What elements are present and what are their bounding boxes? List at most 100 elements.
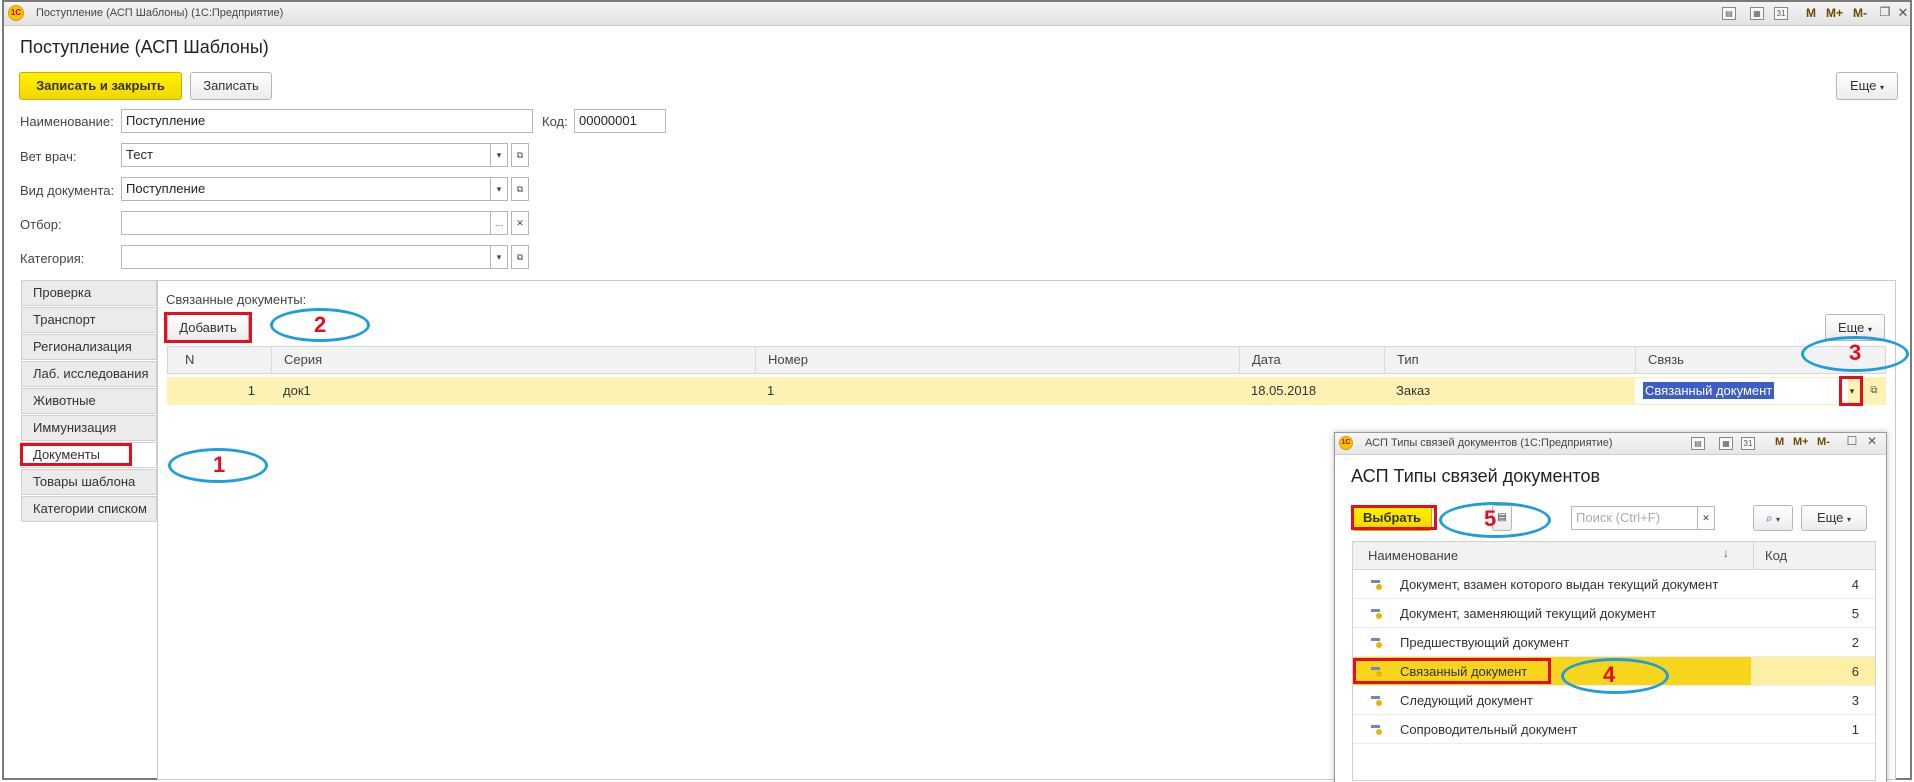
tab-transport[interactable]: Транспорт xyxy=(21,307,157,333)
col-type[interactable]: Тип xyxy=(1385,347,1636,373)
table-icon[interactable]: ▦ xyxy=(1719,437,1733,450)
item-icon xyxy=(1371,580,1383,590)
list-item[interactable]: Документ, заменяющий текущий документ 5 xyxy=(1353,599,1875,628)
memory-m-button[interactable]: M xyxy=(1775,436,1784,448)
more-button[interactable]: Еще ▾ xyxy=(1836,72,1898,100)
tab-category-list[interactable]: Категории списком xyxy=(21,496,157,522)
vet-label: Вет врач: xyxy=(20,149,77,164)
category-label: Категория: xyxy=(20,251,85,266)
highlight-select-button xyxy=(1351,505,1437,530)
title-bar: 1С Поступление (АСП Шаблоны) (1С:Предпри… xyxy=(4,2,1910,26)
search-clear-icon[interactable]: ✕ xyxy=(1697,506,1715,530)
filter-field[interactable] xyxy=(121,211,491,235)
window-title: Поступление (АСП Шаблоны) (1С:Предприяти… xyxy=(36,7,284,19)
more-label: Еще xyxy=(1849,78,1877,93)
item-name: Предшествующий документ xyxy=(1400,635,1570,650)
list-item[interactable]: Сопроводительный документ 1 xyxy=(1353,715,1875,744)
sort-arrow-icon: ↓ xyxy=(1723,546,1729,560)
app-logo-icon: 1С xyxy=(1339,436,1353,450)
col-series[interactable]: Серия xyxy=(272,347,756,373)
print-icon[interactable]: ▤ xyxy=(1691,437,1705,450)
col-name[interactable]: Наименование xyxy=(1368,548,1458,563)
linked-more-label: Еще xyxy=(1837,320,1865,335)
item-name: Документ, заменяющий текущий документ xyxy=(1400,606,1657,621)
print-icon[interactable]: ▤ xyxy=(1722,7,1736,20)
linked-docs-title: Связанные документы: xyxy=(166,292,307,307)
item-name: Сопроводительный документ xyxy=(1400,722,1578,737)
vet-dropdown-icon[interactable]: ▾ xyxy=(490,143,508,167)
cell-series: док1 xyxy=(283,383,311,398)
code-field[interactable]: 00000001 xyxy=(574,109,666,133)
item-code: 4 xyxy=(1851,577,1859,592)
memory-plus-button[interactable]: M+ xyxy=(1793,436,1809,448)
calendar-icon[interactable]: 31 xyxy=(1741,437,1755,450)
vet-field[interactable]: Тест xyxy=(121,143,491,167)
link-field[interactable]: Связанный документ xyxy=(1635,378,1848,404)
category-open-icon[interactable]: ⧉ xyxy=(511,245,529,269)
maximize-icon[interactable]: ☐ xyxy=(1845,435,1859,449)
memory-m-button[interactable]: M xyxy=(1806,6,1816,20)
callout-number-4: 4 xyxy=(1603,662,1616,687)
subwin-title: АСП Типы связей документов (1С:Предприят… xyxy=(1365,437,1613,449)
table-row[interactable]: 1 док1 1 18.05.2018 Заказ Связанный доку… xyxy=(167,377,1886,405)
highlight-link-dropdown xyxy=(1839,376,1863,406)
calendar-icon[interactable]: 31 xyxy=(1774,7,1788,20)
close-icon[interactable]: ✕ xyxy=(1896,6,1910,20)
item-code: 1 xyxy=(1851,722,1859,737)
code-label: Код: xyxy=(542,114,568,129)
name-field[interactable]: Поступление xyxy=(121,109,533,133)
category-field[interactable] xyxy=(121,245,491,269)
memory-minus-button[interactable]: M- xyxy=(1817,436,1830,448)
item-code: 2 xyxy=(1851,635,1859,650)
subwin-more-label: Еще xyxy=(1816,510,1844,525)
filter-clear-icon[interactable]: ✕ xyxy=(511,211,529,235)
vet-open-icon[interactable]: ⧉ xyxy=(511,143,529,167)
memory-minus-button[interactable]: M- xyxy=(1853,6,1867,20)
search-icon[interactable]: ⌕ ▾ xyxy=(1753,505,1793,531)
tab-regionalization[interactable]: Регионализация xyxy=(21,334,157,360)
tab-lab-research[interactable]: Лаб. исследования xyxy=(21,361,157,387)
tab-immunization[interactable]: Иммунизация xyxy=(21,415,157,441)
item-code: 6 xyxy=(1851,664,1859,679)
item-icon xyxy=(1371,609,1383,619)
chevron-down-icon: ▾ xyxy=(1868,325,1873,334)
save-button[interactable]: Записать xyxy=(190,72,272,100)
highlight-add-button xyxy=(164,312,252,343)
col-number[interactable]: Номер xyxy=(756,347,1240,373)
list-item[interactable]: Предшествующий документ 2 xyxy=(1353,628,1875,657)
filter-select-icon[interactable]: … xyxy=(490,211,508,235)
doctype-dropdown-icon[interactable]: ▾ xyxy=(490,177,508,201)
app-logo-icon: 1С xyxy=(8,5,24,21)
link-open-icon[interactable]: ⧉ xyxy=(1866,379,1882,403)
highlight-selected-item xyxy=(1353,658,1551,684)
item-code: 5 xyxy=(1851,606,1859,621)
subwin-titlebar: 1С АСП Типы связей документов (1С:Предпр… xyxy=(1335,433,1886,455)
tab-animals[interactable]: Животные xyxy=(21,388,157,414)
memory-plus-button[interactable]: M+ xyxy=(1826,6,1843,20)
subwin-more-button[interactable]: Еще ▾ xyxy=(1801,505,1867,531)
callout-number-1: 1 xyxy=(213,452,226,477)
col-date[interactable]: Дата xyxy=(1240,347,1385,373)
callout-number-5: 5 xyxy=(1484,506,1497,531)
doctype-label: Вид документа: xyxy=(20,183,115,198)
search-placeholder: Поиск (Ctrl+F) xyxy=(1576,510,1661,525)
category-dropdown-icon[interactable]: ▾ xyxy=(490,245,508,269)
item-icon xyxy=(1371,638,1383,648)
col-code[interactable]: Код xyxy=(1765,548,1787,563)
filter-label: Отбор: xyxy=(20,217,62,232)
item-icon xyxy=(1371,725,1383,735)
list-item[interactable]: Документ, взамен которого выдан текущий … xyxy=(1353,570,1875,599)
cell-n: 1 xyxy=(247,383,255,398)
doctype-field[interactable]: Поступление xyxy=(121,177,491,201)
item-code: 3 xyxy=(1851,693,1859,708)
tab-check[interactable]: Проверка xyxy=(21,280,157,306)
search-input[interactable]: Поиск (Ctrl+F) xyxy=(1571,506,1698,530)
table-icon[interactable]: ▦ xyxy=(1750,7,1764,20)
save-and-close-button[interactable]: Записать и закрыть xyxy=(19,72,182,100)
item-icon xyxy=(1371,696,1383,706)
close-icon[interactable]: ✕ xyxy=(1865,435,1879,449)
doctype-open-icon[interactable]: ⧉ xyxy=(511,177,529,201)
tab-template-goods[interactable]: Товары шаблона xyxy=(21,469,157,495)
col-n[interactable]: N xyxy=(168,347,272,373)
restore-icon[interactable]: ❐ xyxy=(1878,6,1892,20)
